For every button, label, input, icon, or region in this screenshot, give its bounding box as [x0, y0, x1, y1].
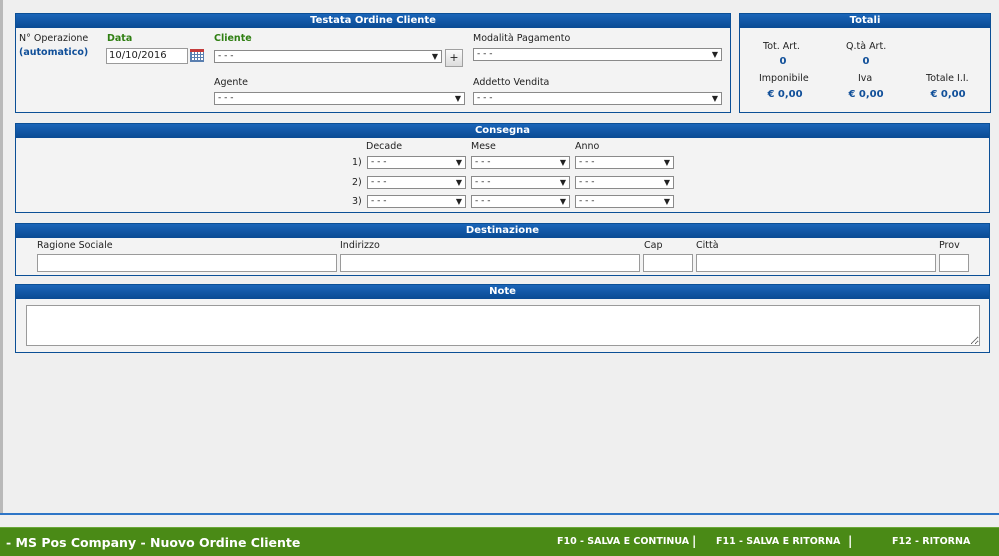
anno-select[interactable]: - - - ▼	[575, 176, 674, 189]
chevron-down-icon: ▼	[711, 50, 718, 59]
iva-label: Iva	[858, 73, 873, 84]
agente-select-value: - - -	[218, 93, 234, 103]
addetto-label: Addetto Vendita	[473, 77, 550, 88]
mese-select-value: - - -	[475, 157, 491, 167]
anno-select-value: - - -	[579, 157, 595, 167]
addetto-select[interactable]: - - - ▼	[473, 92, 722, 105]
chevron-down-icon: ▼	[663, 178, 670, 187]
anno-select[interactable]: - - - ▼	[575, 156, 674, 169]
footer-separator: |	[692, 534, 697, 548]
footer-title: - MS Pos Company - Nuovo Ordine Cliente	[6, 535, 301, 550]
destinazione-panel: Destinazione Ragione Sociale Indirizzo C…	[15, 223, 990, 276]
decade-select[interactable]: - - - ▼	[367, 176, 466, 189]
qta-art-label: Q.tà Art.	[846, 41, 887, 52]
cap-label: Cap	[644, 240, 663, 251]
testata-panel: Testata Ordine Cliente N° Operazione (au…	[15, 13, 731, 113]
footer-bar: - MS Pos Company - Nuovo Ordine Cliente …	[0, 527, 999, 556]
qta-art-value: 0	[862, 56, 870, 67]
destinazione-title: Destinazione	[16, 224, 989, 238]
ragione-sociale-label: Ragione Sociale	[37, 240, 113, 251]
totali-title: Totali	[740, 14, 990, 28]
data-field[interactable]: 10/10/2016	[106, 48, 188, 64]
n-operazione-label: N° Operazione	[19, 33, 89, 44]
save-return-button[interactable]: F11 - SALVA E RITORNA	[716, 536, 840, 547]
totale-label: Totale I.I.	[926, 73, 969, 84]
cliente-select-value: - - -	[218, 51, 234, 61]
footer-separator: |	[848, 534, 853, 548]
cliente-label: Cliente	[214, 33, 252, 44]
prov-label: Prov	[939, 240, 960, 251]
cliente-select[interactable]: - - - ▼	[214, 50, 442, 63]
citta-field[interactable]	[696, 254, 936, 272]
consegna-row-number: 1)	[352, 157, 362, 168]
tot-art-value: 0	[779, 56, 787, 67]
pagamento-label: Modalità Pagamento	[473, 33, 571, 44]
pagamento-select[interactable]: - - - ▼	[473, 48, 722, 61]
note-title: Note	[16, 285, 989, 299]
agente-label: Agente	[214, 77, 248, 88]
imponibile-value: € 0,00	[767, 89, 803, 100]
consegna-row-number: 3)	[352, 196, 362, 207]
anno-select[interactable]: - - - ▼	[575, 195, 674, 208]
citta-label: Città	[696, 240, 719, 251]
frame-divider	[0, 513, 999, 515]
consegna-row-number: 2)	[352, 177, 362, 188]
n-operazione-value: (automatico)	[19, 47, 89, 58]
mese-select[interactable]: - - - ▼	[471, 156, 570, 169]
mese-select[interactable]: - - - ▼	[471, 195, 570, 208]
save-continue-button[interactable]: F10 - SALVA E CONTINUA	[557, 536, 689, 547]
addetto-select-value: - - -	[477, 93, 493, 103]
decade-select[interactable]: - - - ▼	[367, 156, 466, 169]
mese-select[interactable]: - - - ▼	[471, 176, 570, 189]
chevron-down-icon: ▼	[455, 158, 462, 167]
cap-field[interactable]	[643, 254, 693, 272]
agente-select[interactable]: - - - ▼	[214, 92, 465, 105]
decade-select-value: - - -	[371, 157, 387, 167]
data-label: Data	[107, 33, 133, 44]
decade-select[interactable]: - - - ▼	[367, 195, 466, 208]
note-textarea[interactable]	[26, 305, 980, 346]
chevron-down-icon: ▼	[454, 94, 461, 103]
prov-field[interactable]	[939, 254, 969, 272]
consegna-title: Consegna	[16, 124, 989, 138]
totale-value: € 0,00	[930, 89, 966, 100]
decade-select-value: - - -	[371, 196, 387, 206]
iva-value: € 0,00	[848, 89, 884, 100]
indirizzo-field[interactable]	[340, 254, 640, 272]
totali-panel: Totali Tot. Art. 0 Q.tà Art. 0 Imponibil…	[739, 13, 991, 113]
note-panel: Note	[15, 284, 990, 353]
chevron-down-icon: ▼	[663, 158, 670, 167]
chevron-down-icon: ▼	[559, 197, 566, 206]
chevron-down-icon: ▼	[431, 52, 438, 61]
calendar-icon[interactable]	[190, 49, 204, 62]
decade-label: Decade	[366, 141, 403, 152]
consegna-panel: Consegna Decade Mese Anno 1) - - - ▼ - - …	[15, 123, 990, 213]
anno-select-value: - - -	[579, 196, 595, 206]
pagamento-select-value: - - -	[477, 49, 493, 59]
testata-title: Testata Ordine Cliente	[16, 14, 730, 28]
chevron-down-icon: ▼	[559, 158, 566, 167]
add-cliente-button[interactable]: +	[445, 49, 463, 67]
anno-label: Anno	[575, 141, 600, 152]
anno-select-value: - - -	[579, 177, 595, 187]
mese-label: Mese	[471, 141, 496, 152]
chevron-down-icon: ▼	[559, 178, 566, 187]
decade-select-value: - - -	[371, 177, 387, 187]
chevron-down-icon: ▼	[455, 197, 462, 206]
chevron-down-icon: ▼	[663, 197, 670, 206]
mese-select-value: - - -	[475, 196, 491, 206]
chevron-down-icon: ▼	[711, 94, 718, 103]
return-button[interactable]: F12 - RITORNA	[892, 536, 970, 547]
chevron-down-icon: ▼	[455, 178, 462, 187]
mese-select-value: - - -	[475, 177, 491, 187]
indirizzo-label: Indirizzo	[340, 240, 380, 251]
imponibile-label: Imponibile	[759, 73, 809, 84]
ragione-sociale-field[interactable]	[37, 254, 337, 272]
tot-art-label: Tot. Art.	[763, 41, 800, 52]
